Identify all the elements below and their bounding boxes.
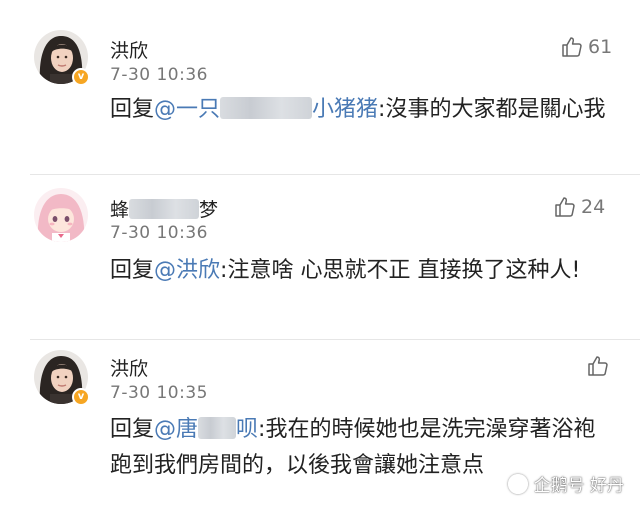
redacted-blur (129, 199, 200, 219)
comment-author[interactable]: 洪欣 (110, 354, 148, 381)
reply-prefix: 回复 (110, 97, 155, 122)
comment-body: 回复@一只 小猪猪:沒事的大家都是關心我 (110, 92, 610, 128)
comment-item: v 洪欣 7-30 10:36 61 回复@一只 小猪猪:沒事的大家都是關心我 (0, 0, 640, 175)
reply-prefix: 回复 (110, 258, 155, 283)
thumbs-up-icon (562, 37, 582, 57)
avatar[interactable]: v (34, 30, 90, 86)
comment-text: 注意啥 心思就不正 直接换了这种人! (227, 258, 581, 283)
redacted-blur (198, 417, 237, 439)
mention-text-start: @唐 (154, 417, 199, 442)
redacted-blur (220, 97, 313, 119)
comment-body: 回复@洪欣:注意啥 心思就不正 直接换了这种人! (110, 253, 600, 289)
thumbs-up-icon (588, 356, 608, 376)
like-count: 24 (581, 196, 606, 218)
like-button[interactable]: 24 (553, 193, 605, 221)
comment-time: 7-30 10:36 (110, 223, 208, 243)
mention-link[interactable]: @一只 小猪猪 (154, 97, 378, 122)
comment-time: 7-30 10:36 (110, 65, 208, 85)
like-button[interactable] (586, 352, 614, 380)
watermark-text: 企鹅号 好丹 (533, 476, 624, 496)
avatar[interactable]: v (34, 350, 90, 406)
avatar[interactable] (34, 188, 88, 242)
like-count: 61 (588, 36, 613, 58)
verified-badge-icon: v (72, 68, 90, 86)
comment-item: 蜂梦 7-30 10:36 24 回复@洪欣:注意啥 心思就不正 直接换了这种人… (0, 175, 640, 340)
mention-text-start: @一只 (154, 97, 221, 122)
anime-girl-icon (34, 188, 88, 242)
comment-text: 沒事的大家都是關心我 (385, 97, 606, 122)
verified-badge-icon: v (72, 388, 90, 406)
author-text-end: 梦 (199, 199, 219, 221)
mention-link[interactable]: @洪欣 (154, 258, 220, 283)
mention-text-end: 小猪猪 (312, 97, 379, 122)
comment-time: 7-30 10:35 (110, 383, 208, 403)
author-text-start: 蜂 (110, 199, 130, 221)
mention-text-end: 呗 (236, 417, 259, 442)
watermark: 企鹅号 好丹 (507, 471, 624, 496)
like-button[interactable]: 61 (560, 33, 612, 61)
penguin-logo-icon (507, 473, 528, 494)
mention-link[interactable]: @唐 呗 (154, 417, 258, 442)
comment-author[interactable]: 洪欣 (110, 36, 148, 63)
thumbs-up-icon (555, 197, 575, 217)
comment-author[interactable]: 蜂梦 (110, 195, 218, 222)
reply-prefix: 回复 (110, 417, 155, 442)
